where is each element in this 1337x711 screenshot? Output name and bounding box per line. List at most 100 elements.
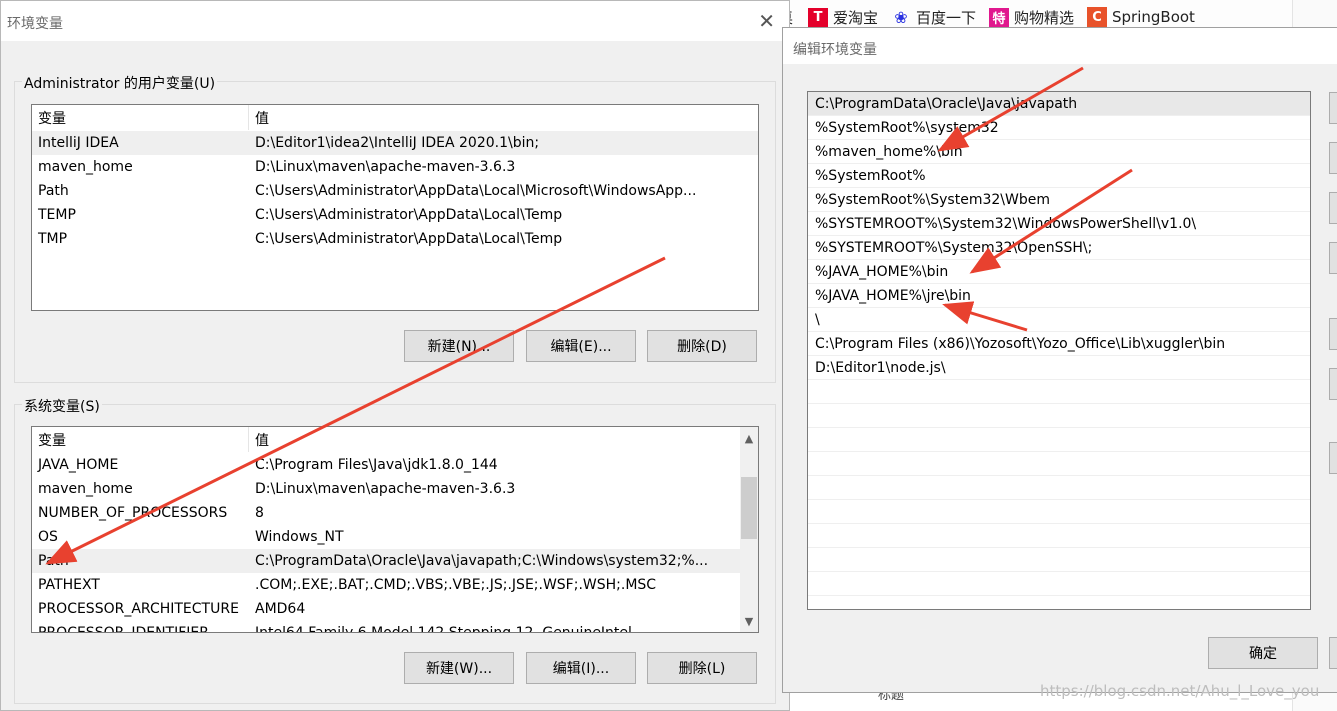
list-item[interactable]: D:\Editor1\node.js\ — [808, 356, 1310, 380]
browse-entry-button[interactable] — [1329, 192, 1337, 224]
table-row[interactable]: TEMP C:\Users\Administrator\AppData\Loca… — [32, 203, 758, 227]
table-row[interactable]: maven_home D:\Linux\maven\apache-maven-3… — [32, 477, 740, 501]
list-item[interactable]: \ — [808, 308, 1310, 332]
system-variables-table[interactable]: 变量 值 JAVA_HOME C:\Program Files\Java\jdk… — [31, 426, 759, 633]
path-entries-list[interactable]: C:\ProgramData\Oracle\Java\javapath %Sys… — [807, 91, 1311, 610]
tejia-icon: 特 — [989, 7, 1009, 28]
variable-value: C:\Users\Administrator\AppData\Local\Tem… — [255, 231, 563, 247]
empty-row[interactable] — [808, 572, 1310, 596]
variable-value: D:\Linux\maven\apache-maven-3.6.3 — [255, 159, 516, 175]
ok-button[interactable]: 确定 — [1208, 637, 1318, 669]
list-item[interactable]: C:\ProgramData\Oracle\Java\javapath — [808, 92, 1310, 116]
system-edit-button[interactable]: 编辑(I)... — [526, 652, 636, 684]
system-new-button[interactable]: 新建(W)... — [404, 652, 514, 684]
delete-entry-button[interactable] — [1329, 242, 1337, 274]
variable-name: PROCESSOR_IDENTIFIER — [38, 625, 209, 633]
user-variables-table[interactable]: 变量 值 IntelliJ IDEA D:\Editor1\idea2\Inte… — [31, 104, 759, 311]
bookmark-springboot[interactable]: C SpringBoot — [1087, 7, 1195, 27]
variable-name: IntelliJ IDEA — [38, 135, 119, 151]
cancel-button[interactable] — [1329, 637, 1337, 669]
table-row[interactable]: PROCESSOR_IDENTIFIER Intel64 Family 6 Mo… — [32, 621, 740, 633]
edit-text-button[interactable] — [1329, 442, 1337, 474]
table-row[interactable]: TMP C:\Users\Administrator\AppData\Local… — [32, 227, 758, 251]
variable-value: C:\Users\Administrator\AppData\Local\Mic… — [255, 183, 697, 199]
variable-name: PATHEXT — [38, 577, 100, 593]
dialog-titlebar: 编辑环境变量 — [783, 28, 1337, 64]
list-item[interactable]: %SYSTEMROOT%\System32\WindowsPowerShell\… — [808, 212, 1310, 236]
empty-row[interactable] — [808, 380, 1310, 404]
variable-name: maven_home — [38, 159, 133, 175]
table-row[interactable]: OS Windows_NT — [32, 525, 740, 549]
list-item[interactable]: %SystemRoot%\system32 — [808, 116, 1310, 140]
table-row[interactable]: JAVA_HOME C:\Program Files\Java\jdk1.8.0… — [32, 453, 740, 477]
taobao-icon: T — [808, 7, 828, 28]
table-row[interactable]: PATHEXT .COM;.EXE;.BAT;.CMD;.VBS;.VBE;.J… — [32, 573, 740, 597]
environment-variables-dialog: 环境变量 ✕ Administrator 的用户变量(U) 变量 值 Intel… — [0, 0, 790, 711]
variable-name: JAVA_HOME — [38, 457, 119, 473]
empty-row[interactable] — [808, 428, 1310, 452]
vertical-scrollbar[interactable]: ▲ ▼ — [740, 427, 758, 632]
variable-value: C:\Program Files\Java\jdk1.8.0_144 — [255, 457, 498, 473]
new-entry-button[interactable] — [1329, 92, 1337, 124]
table-row[interactable]: PROCESSOR_ARCHITECTURE AMD64 — [32, 597, 740, 621]
user-delete-button[interactable]: 删除(D) — [647, 330, 757, 362]
column-header-value[interactable]: 值 — [249, 430, 269, 450]
bookmark-label: 百度一下 — [916, 9, 977, 27]
table-row[interactable]: NUMBER_OF_PROCESSORS 8 — [32, 501, 740, 525]
bookmark-baidu[interactable]: ❀ 百度一下 — [891, 7, 976, 28]
edit-entry-button[interactable] — [1329, 142, 1337, 174]
table-row[interactable]: maven_home D:\Linux\maven\apache-maven-3… — [32, 155, 758, 179]
scroll-down-icon[interactable]: ▼ — [740, 612, 758, 630]
list-item[interactable]: %JAVA_HOME%\jre\bin — [808, 284, 1310, 308]
move-up-button[interactable] — [1329, 318, 1337, 350]
bookmark-label: 爱淘宝 — [833, 9, 879, 27]
edit-environment-variable-dialog: 编辑环境变量 C:\ProgramData\Oracle\Java\javapa… — [782, 27, 1337, 693]
system-variables-label: 系统变量(S) — [22, 396, 102, 416]
variable-name: Path — [38, 183, 69, 199]
table-row[interactable]: IntelliJ IDEA D:\Editor1\idea2\IntelliJ … — [32, 131, 758, 155]
bookmark-shopping[interactable]: 特 购物精选 — [989, 7, 1074, 28]
empty-row[interactable] — [808, 476, 1310, 500]
table-header: 变量 值 — [32, 105, 758, 131]
dialog-title: 编辑环境变量 — [793, 42, 877, 58]
variable-value: 8 — [255, 505, 264, 521]
springboot-icon: C — [1087, 7, 1107, 27]
table-row[interactable]: Path C:\Users\Administrator\AppData\Loca… — [32, 179, 758, 203]
user-new-button[interactable]: 新建(N)... — [404, 330, 514, 362]
user-edit-button[interactable]: 编辑(E)... — [526, 330, 636, 362]
column-header-value[interactable]: 值 — [249, 108, 269, 128]
variable-name: TEMP — [38, 207, 76, 223]
watermark: https://blog.csdn.net/Ahu_l_Love_you — [1040, 682, 1320, 700]
close-icon[interactable]: ✕ — [758, 9, 775, 33]
column-header-variable[interactable]: 变量 — [32, 427, 249, 452]
user-variables-label: Administrator 的用户变量(U) — [22, 73, 218, 93]
bookmark-label: SpringBoot — [1112, 8, 1195, 26]
table-header: 变量 值 — [32, 427, 740, 453]
list-item[interactable]: %maven_home%\bin — [808, 140, 1310, 164]
empty-row[interactable] — [808, 548, 1310, 572]
scroll-up-icon[interactable]: ▲ — [740, 429, 758, 447]
variable-name: TMP — [38, 231, 68, 247]
bookmark-taobao[interactable]: T 爱淘宝 — [808, 7, 878, 28]
baidu-paw-icon: ❀ — [894, 8, 908, 27]
system-delete-button[interactable]: 删除(L) — [647, 652, 757, 684]
variable-name: OS — [38, 529, 58, 545]
variable-name: PROCESSOR_ARCHITECTURE — [38, 601, 239, 617]
variable-value: Intel64 Family 6 Model 142 Stepping 12, … — [255, 625, 632, 633]
empty-row[interactable] — [808, 500, 1310, 524]
move-down-button[interactable] — [1329, 368, 1337, 400]
variable-value: C:\ProgramData\Oracle\Java\javapath;C:\W… — [255, 553, 709, 569]
empty-row[interactable] — [808, 452, 1310, 476]
list-item[interactable]: %JAVA_HOME%\bin — [808, 260, 1310, 284]
table-row[interactable]: Path C:\ProgramData\Oracle\Java\javapath… — [32, 549, 740, 573]
empty-row[interactable] — [808, 404, 1310, 428]
list-item[interactable]: %SystemRoot% — [808, 164, 1310, 188]
list-item[interactable]: %SystemRoot%\System32\Wbem — [808, 188, 1310, 212]
list-item[interactable]: C:\Program Files (x86)\Yozosoft\Yozo_Off… — [808, 332, 1310, 356]
empty-row[interactable] — [808, 524, 1310, 548]
scrollbar-thumb[interactable] — [741, 477, 757, 539]
column-header-variable[interactable]: 变量 — [32, 105, 249, 130]
variable-value: .COM;.EXE;.BAT;.CMD;.VBS;.VBE;.JS;.JSE;.… — [255, 577, 657, 593]
list-item[interactable]: %SYSTEMROOT%\System32\OpenSSH\; — [808, 236, 1310, 260]
variable-value: D:\Editor1\idea2\IntelliJ IDEA 2020.1\bi… — [255, 135, 540, 151]
